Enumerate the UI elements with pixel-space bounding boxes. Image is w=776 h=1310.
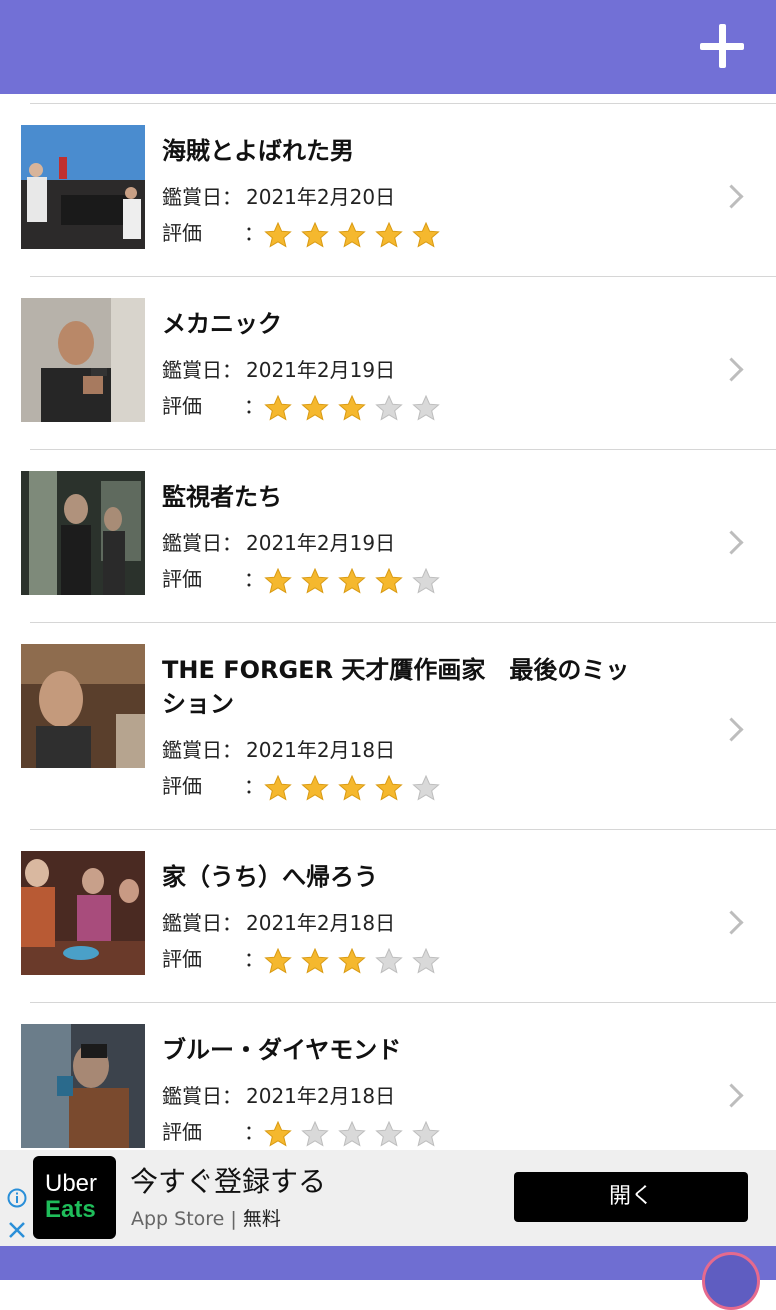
star-filled-icon	[338, 775, 367, 801]
star-empty-icon	[412, 568, 441, 594]
star-filled-icon	[412, 222, 441, 248]
movie-title: 海賊とよばれた男	[162, 137, 354, 165]
rating-stars	[264, 567, 449, 595]
star-filled-icon	[264, 568, 293, 594]
star-empty-icon	[412, 395, 441, 421]
rating-stars	[264, 947, 449, 975]
close-icon[interactable]	[7, 1220, 27, 1240]
star-filled-icon	[301, 948, 330, 974]
star-filled-icon	[338, 222, 367, 248]
rating: 評価：	[162, 1119, 449, 1147]
movie-row[interactable]: 海賊とよばれた男 鑑賞日： 2021年2月20日 評価：	[0, 104, 776, 276]
star-empty-icon	[412, 948, 441, 974]
movie-thumbnail	[21, 298, 145, 422]
rating: 評価：	[162, 946, 449, 974]
chevron-right-icon	[719, 184, 744, 209]
ad-banner[interactable]: Uber Eats 今すぐ登録する App Store | 無料 開く	[0, 1150, 776, 1246]
star-filled-icon	[375, 775, 404, 801]
movie-thumbnail	[21, 644, 145, 768]
rating-stars	[264, 774, 449, 802]
movie-thumbnail	[21, 1024, 145, 1148]
movie-title: THE FORGER 天才贋作画家 最後のミッション	[162, 656, 630, 718]
star-filled-icon	[264, 222, 293, 248]
top-app-bar	[0, 0, 776, 94]
star-filled-icon	[338, 395, 367, 421]
ad-title[interactable]: 今すぐ登録する	[130, 1160, 326, 1200]
star-filled-icon	[338, 948, 367, 974]
movie-thumbnail	[21, 125, 145, 249]
movie-row[interactable]: ブルー・ダイヤモンド 鑑賞日： 2021年2月18日 評価：	[0, 1003, 776, 1150]
star-empty-icon	[301, 1121, 330, 1147]
chevron-right-icon	[719, 717, 744, 742]
chevron-right-icon	[719, 357, 744, 382]
rating: 評価：	[162, 773, 449, 801]
movie-title: ブルー・ダイヤモンド	[162, 1036, 402, 1064]
movie-thumbnail	[21, 471, 145, 595]
movie-title: 家（うち）へ帰ろう	[162, 863, 378, 891]
movie-row[interactable]: THE FORGER 天才贋作画家 最後のミッション 鑑賞日： 2021年2月18…	[0, 623, 776, 829]
movie-list: 海賊とよばれた男 鑑賞日： 2021年2月20日 評価： メカニック 鑑賞日： 20…	[0, 94, 776, 1150]
movie-row[interactable]: 家（うち）へ帰ろう 鑑賞日： 2021年2月18日 評価：	[0, 830, 776, 1002]
rating: 評価：	[162, 566, 449, 594]
star-filled-icon	[264, 395, 293, 421]
chevron-right-icon	[719, 1083, 744, 1108]
rating: 評価：	[162, 220, 449, 248]
viewing-date: 鑑賞日： 2021年2月20日	[162, 185, 396, 209]
ad-app-logo[interactable]: Uber Eats	[33, 1156, 116, 1239]
star-filled-icon	[301, 395, 330, 421]
movie-title: 監視者たち	[162, 483, 282, 511]
viewing-date: 鑑賞日： 2021年2月19日	[162, 531, 396, 555]
add-movie-button[interactable]	[698, 22, 746, 70]
movie-row[interactable]: 監視者たち 鑑賞日： 2021年2月19日 評価：	[0, 450, 776, 622]
star-filled-icon	[301, 775, 330, 801]
star-filled-icon	[375, 568, 404, 594]
movie-title: メカニック	[162, 310, 282, 338]
ad-subtitle: App Store | 無料	[131, 1208, 281, 1230]
viewing-date: 鑑賞日： 2021年2月18日	[162, 911, 396, 935]
star-empty-icon	[412, 1121, 441, 1147]
star-filled-icon	[264, 775, 293, 801]
ad-open-button[interactable]: 開く	[514, 1172, 748, 1222]
movie-row[interactable]: メカニック 鑑賞日： 2021年2月19日 評価：	[0, 277, 776, 449]
star-filled-icon	[301, 222, 330, 248]
rating: 評価：	[162, 393, 449, 421]
viewing-date: 鑑賞日： 2021年2月18日	[162, 1084, 396, 1108]
edit-fab-button[interactable]	[702, 1252, 760, 1310]
star-filled-icon	[264, 1121, 293, 1147]
star-empty-icon	[338, 1121, 367, 1147]
viewing-date: 鑑賞日： 2021年2月18日	[162, 738, 396, 762]
star-filled-icon	[375, 222, 404, 248]
info-icon[interactable]	[7, 1188, 27, 1208]
chevron-right-icon	[719, 530, 744, 555]
star-empty-icon	[375, 948, 404, 974]
rating-stars	[264, 394, 449, 422]
chevron-right-icon	[719, 910, 744, 935]
star-empty-icon	[375, 1121, 404, 1147]
bottom-bar	[0, 1246, 776, 1280]
star-filled-icon	[301, 568, 330, 594]
star-filled-icon	[338, 568, 367, 594]
viewing-date: 鑑賞日： 2021年2月19日	[162, 358, 396, 382]
rating-stars	[264, 1120, 449, 1148]
star-empty-icon	[375, 395, 404, 421]
star-filled-icon	[264, 948, 293, 974]
star-empty-icon	[412, 775, 441, 801]
movie-thumbnail	[21, 851, 145, 975]
rating-stars	[264, 221, 449, 249]
